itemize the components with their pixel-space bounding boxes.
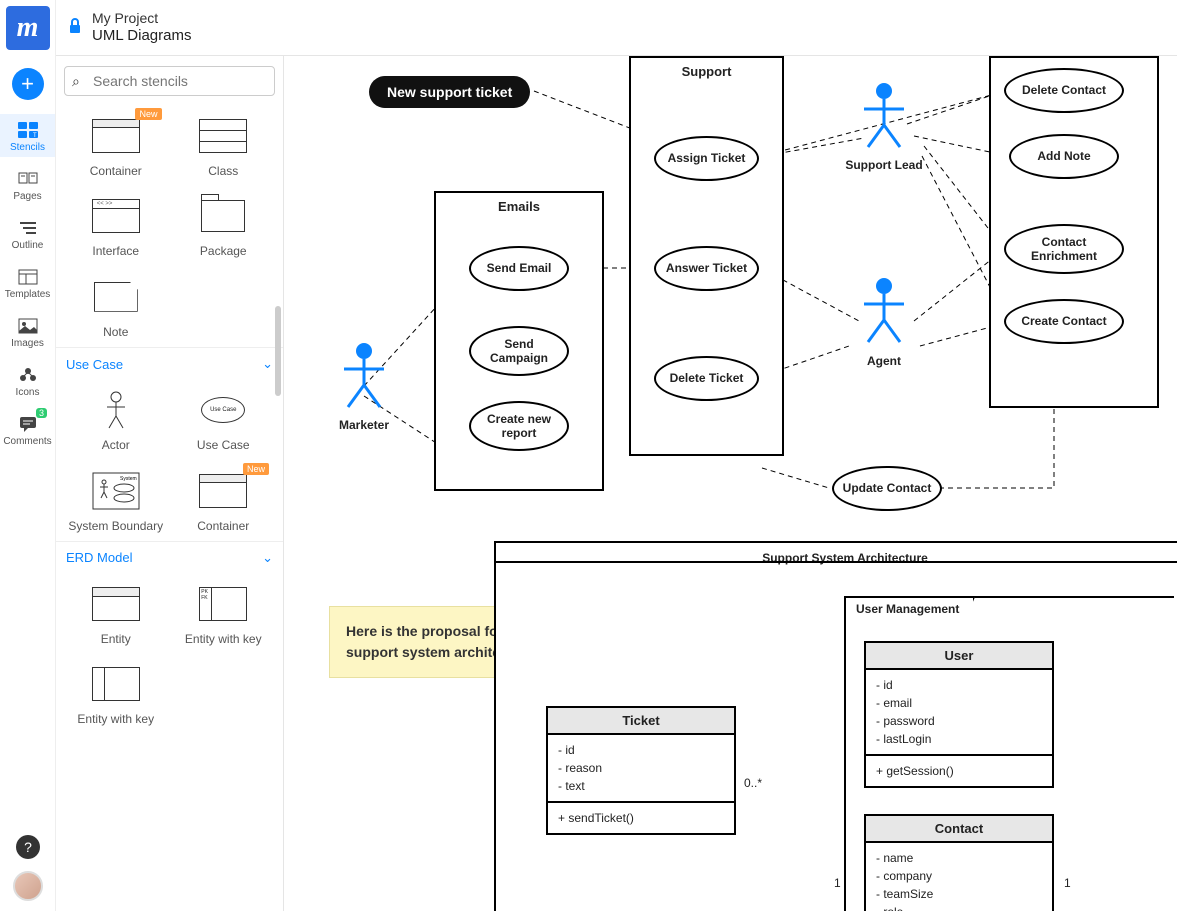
stencil-entity[interactable]: Entity [62, 574, 170, 654]
canvas[interactable]: New support ticket Emails Send Email Sen… [284, 56, 1177, 911]
stencil-container-uc[interactable]: NewContainer [170, 461, 278, 541]
multiplicity-one-left: 1 [834, 876, 841, 890]
nav-images[interactable]: Images [0, 310, 55, 353]
actor-marketer-icon[interactable] [334, 341, 394, 411]
class-ticket[interactable]: Ticket - id - reason - text + sendTicket… [546, 706, 736, 835]
user-avatar[interactable] [13, 871, 43, 901]
usecase-delete-ticket[interactable]: Delete Ticket [654, 356, 759, 401]
app-logo[interactable]: m [6, 6, 50, 50]
help-button[interactable]: ? [16, 835, 40, 859]
nav-stencils[interactable]: T Stencils [0, 114, 55, 157]
usecase-update-contact[interactable]: Update Contact [832, 466, 942, 511]
actor-agent-label: Agent [864, 354, 904, 368]
section-erd[interactable]: ERD Model⌄ [56, 541, 283, 574]
chevron-down-icon: ⌄ [262, 356, 273, 372]
nav-comments[interactable]: 3 Comments [0, 408, 55, 451]
pages-icon [16, 169, 40, 189]
stencil-package[interactable]: Package [170, 186, 278, 266]
stencil-actor[interactable]: Actor [62, 380, 170, 460]
stencil-interface[interactable]: Interface [62, 186, 170, 266]
rail-bottom: ? [0, 835, 56, 901]
class-contact[interactable]: Contact - name - company - teamSize - ro… [864, 814, 1054, 911]
usecase-contact-enrichment[interactable]: Contact Enrichment [1004, 224, 1124, 274]
comments-badge: 3 [36, 408, 47, 418]
nav-templates[interactable]: Templates [0, 261, 55, 304]
usecase-send-campaign[interactable]: Send Campaign [469, 326, 569, 376]
scrollbar[interactable] [275, 306, 281, 396]
templates-icon [16, 267, 40, 287]
stencil-entity-key[interactable]: PKFKEntity with key [170, 574, 278, 654]
stencils-panel: ⌕ NewContainer Class Interface Package N… [56, 56, 284, 911]
nav-icons[interactable]: Icons [0, 359, 55, 402]
usecase-add-note[interactable]: Add Note [1009, 134, 1119, 179]
icons-icon [16, 365, 40, 385]
class-ticket-attrs: - id - reason - text [548, 735, 734, 803]
lock-icon [68, 18, 82, 37]
stencil-note[interactable]: Note [62, 267, 170, 347]
search-icon: ⌕ [72, 73, 80, 90]
stencil-usecase[interactable]: Use CaseUse Case [170, 380, 278, 460]
actor-marketer-label: Marketer [332, 418, 396, 432]
header: My Project UML Diagrams [56, 0, 1177, 56]
stencils-icon: T [16, 120, 40, 140]
svg-text:T: T [33, 133, 37, 139]
rail-nav: T Stencils Pages Outline Templates Image… [0, 114, 55, 451]
nav-pages[interactable]: Pages [0, 163, 55, 206]
stencil-system-boundary[interactable]: SystemSystem Boundary [62, 461, 170, 541]
section-usecase[interactable]: Use Case⌄ [56, 347, 283, 380]
class-ticket-ops: + sendTicket() [548, 803, 734, 833]
stencil-class[interactable]: Class [170, 106, 278, 186]
left-rail: m + T Stencils Pages Outline Templates I… [0, 0, 56, 911]
pill-new-ticket[interactable]: New support ticket [369, 76, 530, 108]
search-input[interactable] [64, 66, 275, 96]
actor-support-lead-label: Support Lead [842, 158, 926, 172]
usecase-delete-contact[interactable]: Delete Contact [1004, 68, 1124, 113]
outline-icon [16, 218, 40, 238]
multiplicity-ticket: 0..* [744, 776, 762, 790]
actor-agent-icon[interactable] [854, 276, 914, 346]
add-button[interactable]: + [12, 68, 44, 100]
usecase-send-email[interactable]: Send Email [469, 246, 569, 291]
chevron-down-icon: ⌄ [262, 550, 273, 566]
usecase-create-report[interactable]: Create new report [469, 401, 569, 451]
usecase-create-contact[interactable]: Create Contact [1004, 299, 1124, 344]
images-icon [16, 316, 40, 336]
svg-text:System: System [120, 476, 137, 482]
nav-outline[interactable]: Outline [0, 212, 55, 255]
stencil-entity-key-2[interactable]: Entity with key [62, 654, 170, 734]
usecase-assign-ticket[interactable]: Assign Ticket [654, 136, 759, 181]
usecase-answer-ticket[interactable]: Answer Ticket [654, 246, 759, 291]
document-name[interactable]: UML Diagrams [92, 27, 191, 45]
project-name[interactable]: My Project [92, 10, 191, 27]
multiplicity-one-right: 1 [1064, 876, 1071, 890]
stencil-container[interactable]: NewContainer [62, 106, 170, 186]
actor-support-lead-icon[interactable] [854, 81, 914, 151]
class-user[interactable]: User - id - email - password - lastLogin… [864, 641, 1054, 788]
